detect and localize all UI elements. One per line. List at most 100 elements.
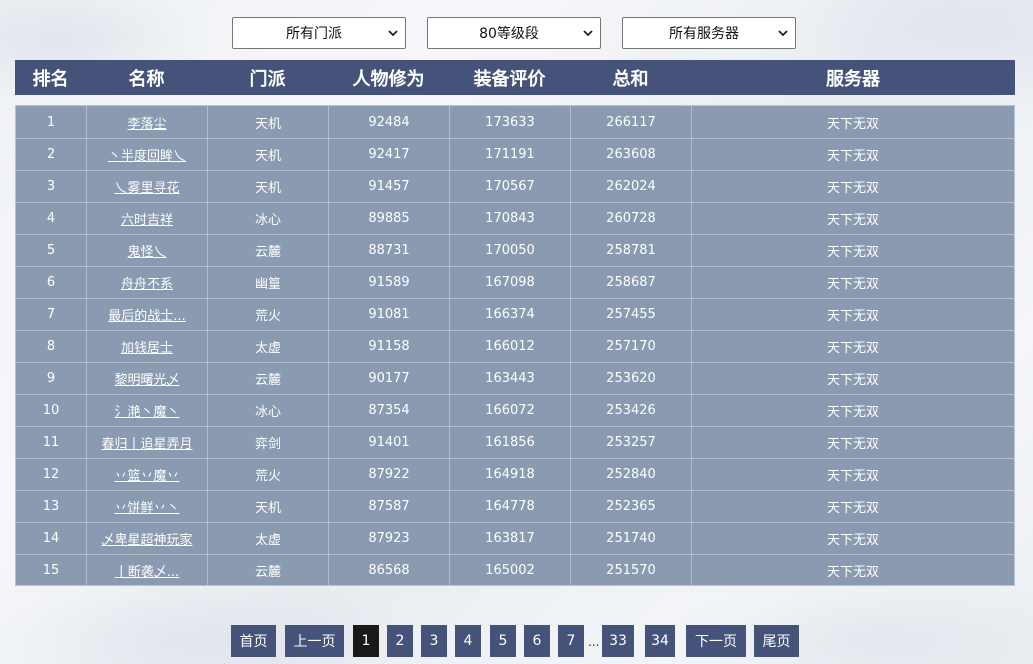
rank-cell: 12: [16, 459, 87, 490]
chevron-down-icon: [778, 30, 788, 37]
name-cell: 黎明曙光乄: [87, 363, 208, 394]
name-cell: 丶半度回眸乀: [87, 139, 208, 170]
player-name-link[interactable]: 氵滟丶魔丶: [114, 401, 179, 420]
total-cell: 262024: [571, 171, 692, 202]
rank-cell: 9: [16, 363, 87, 394]
cultivation-cell: 87587: [329, 491, 450, 522]
cultivation-cell: 86568: [329, 555, 450, 586]
faction-cell: 天机: [208, 139, 329, 170]
cultivation-cell: 92417: [329, 139, 450, 170]
page-6-button[interactable]: 6: [524, 625, 550, 657]
name-cell: 乀雾里寻花: [87, 171, 208, 202]
rank-cell: 13: [16, 491, 87, 522]
page-7-button[interactable]: 7: [558, 625, 584, 657]
column-header-faction: 门派: [249, 68, 286, 90]
server-cell: 天下无双: [826, 341, 879, 356]
faction-cell: 幽篁: [208, 267, 329, 298]
server-select[interactable]: 所有服务器: [622, 17, 796, 49]
server-cell: 天下无双: [826, 149, 879, 164]
next-page-button[interactable]: 下一页: [686, 625, 746, 657]
page-4-button[interactable]: 4: [455, 625, 481, 657]
table-row: 7 最后的战士... 荒火 91081 166374 257455 天下无双: [16, 298, 1014, 330]
equipment-score-cell: 166012: [450, 331, 571, 362]
player-name-link[interactable]: 舟舟不系: [121, 273, 173, 292]
faction-cell: 天机: [208, 171, 329, 202]
total-cell: 260728: [571, 203, 692, 234]
faction-cell: 冰心: [208, 203, 329, 234]
player-name-link[interactable]: 加钱居士: [121, 337, 173, 356]
name-cell: 李落尘: [87, 106, 208, 138]
total-cell: 253426: [571, 395, 692, 426]
table-row: 12 丷篮丷魔丷 荒火 87922 164918 252840 天下无双: [16, 458, 1014, 490]
player-name-link[interactable]: 李落尘: [127, 113, 166, 132]
server-cell: 天下无双: [826, 213, 879, 228]
faction-cell: 弈剑: [208, 427, 329, 458]
equipment-score-cell: 161856: [450, 427, 571, 458]
player-name-link[interactable]: 乀雾里寻花: [114, 177, 179, 196]
pagination: 首页 上一页 1 2 3 4 5 6 7... 33 34 下一页 尾页: [0, 625, 1033, 657]
name-cell: 丨断袭乄...: [87, 555, 208, 586]
name-cell: 乄卑星超神玩家: [87, 523, 208, 554]
total-cell: 263608: [571, 139, 692, 170]
table-row: 2 丶半度回眸乀 天机 92417 171191 263608 天下无双: [16, 138, 1014, 170]
total-cell: 258687: [571, 267, 692, 298]
page-2-button[interactable]: 2: [387, 625, 413, 657]
first-page-button[interactable]: 首页: [231, 625, 276, 657]
faction-select[interactable]: 所有门派: [232, 17, 406, 49]
total-cell: 251740: [571, 523, 692, 554]
equipment-score-cell: 170567: [450, 171, 571, 202]
name-cell: 舟舟不系: [87, 267, 208, 298]
table-row: 15 丨断袭乄... 云麓 86568 165002 251570 天下无双: [16, 554, 1014, 586]
total-cell: 266117: [571, 106, 692, 138]
page-3-button[interactable]: 3: [421, 625, 447, 657]
page-33-button[interactable]: 33: [602, 625, 634, 657]
player-name-link[interactable]: 丷篮丷魔丷: [114, 465, 179, 484]
player-name-link[interactable]: 乄卑星超神玩家: [101, 529, 192, 548]
level-select[interactable]: 80等级段: [427, 17, 601, 49]
player-name-link[interactable]: 丶半度回眸乀: [108, 145, 186, 164]
table-row: 1 李落尘 天机 92484 173633 266117 天下无双: [16, 106, 1014, 138]
cultivation-cell: 87354: [329, 395, 450, 426]
cultivation-cell: 92484: [329, 106, 450, 138]
faction-cell: 云麓: [208, 235, 329, 266]
cultivation-cell: 87922: [329, 459, 450, 490]
rank-cell: 14: [16, 523, 87, 554]
page-1-button[interactable]: 1: [353, 625, 379, 657]
last-page-button[interactable]: 尾页: [754, 625, 799, 657]
table-row: 6 舟舟不系 幽篁 91589 167098 258687 天下无双: [16, 266, 1014, 298]
equipment-score-cell: 164918: [450, 459, 571, 490]
page-5-button[interactable]: 5: [490, 625, 516, 657]
rank-cell: 1: [16, 106, 87, 138]
total-cell: 253257: [571, 427, 692, 458]
cultivation-cell: 91457: [329, 171, 450, 202]
name-cell: 氵滟丶魔丶: [87, 395, 208, 426]
server-cell: 天下无双: [826, 309, 879, 324]
prev-page-button[interactable]: 上一页: [285, 625, 344, 657]
equipment-score-cell: 163443: [450, 363, 571, 394]
table-row: 10 氵滟丶魔丶 冰心 87354 166072 253426 天下无双: [16, 394, 1014, 426]
equipment-score-cell: 167098: [450, 267, 571, 298]
faction-cell: 太虚: [208, 523, 329, 554]
player-name-link[interactable]: 鬼怪乀: [127, 241, 166, 260]
column-header-rank: 排名: [32, 68, 69, 90]
player-name-link[interactable]: 黎明曙光乄: [114, 369, 179, 388]
player-name-link[interactable]: 六时吉祥: [121, 209, 173, 228]
total-cell: 257455: [571, 299, 692, 330]
total-cell: 252365: [571, 491, 692, 522]
player-name-link[interactable]: 春归丨追星弄月: [101, 433, 192, 452]
name-cell: 丷篮丷魔丷: [87, 459, 208, 490]
equipment-score-cell: 163817: [450, 523, 571, 554]
equipment-score-cell: 171191: [450, 139, 571, 170]
player-name-link[interactable]: 丨断袭乄...: [115, 561, 179, 580]
column-header-equipment-score: 装备评价: [473, 68, 546, 90]
equipment-score-cell: 166072: [450, 395, 571, 426]
pagination-ellipsis: ...: [588, 635, 600, 649]
player-name-link[interactable]: 最后的战士...: [108, 305, 185, 324]
player-name-link[interactable]: 丷饼鲜丷丶: [114, 497, 179, 516]
server-cell: 天下无双: [826, 405, 879, 420]
page-34-button[interactable]: 34: [645, 625, 675, 657]
rank-cell: 5: [16, 235, 87, 266]
level-select-value: 80等级段: [479, 26, 539, 42]
faction-cell: 荒火: [208, 299, 329, 330]
server-cell: 天下无双: [826, 565, 879, 580]
